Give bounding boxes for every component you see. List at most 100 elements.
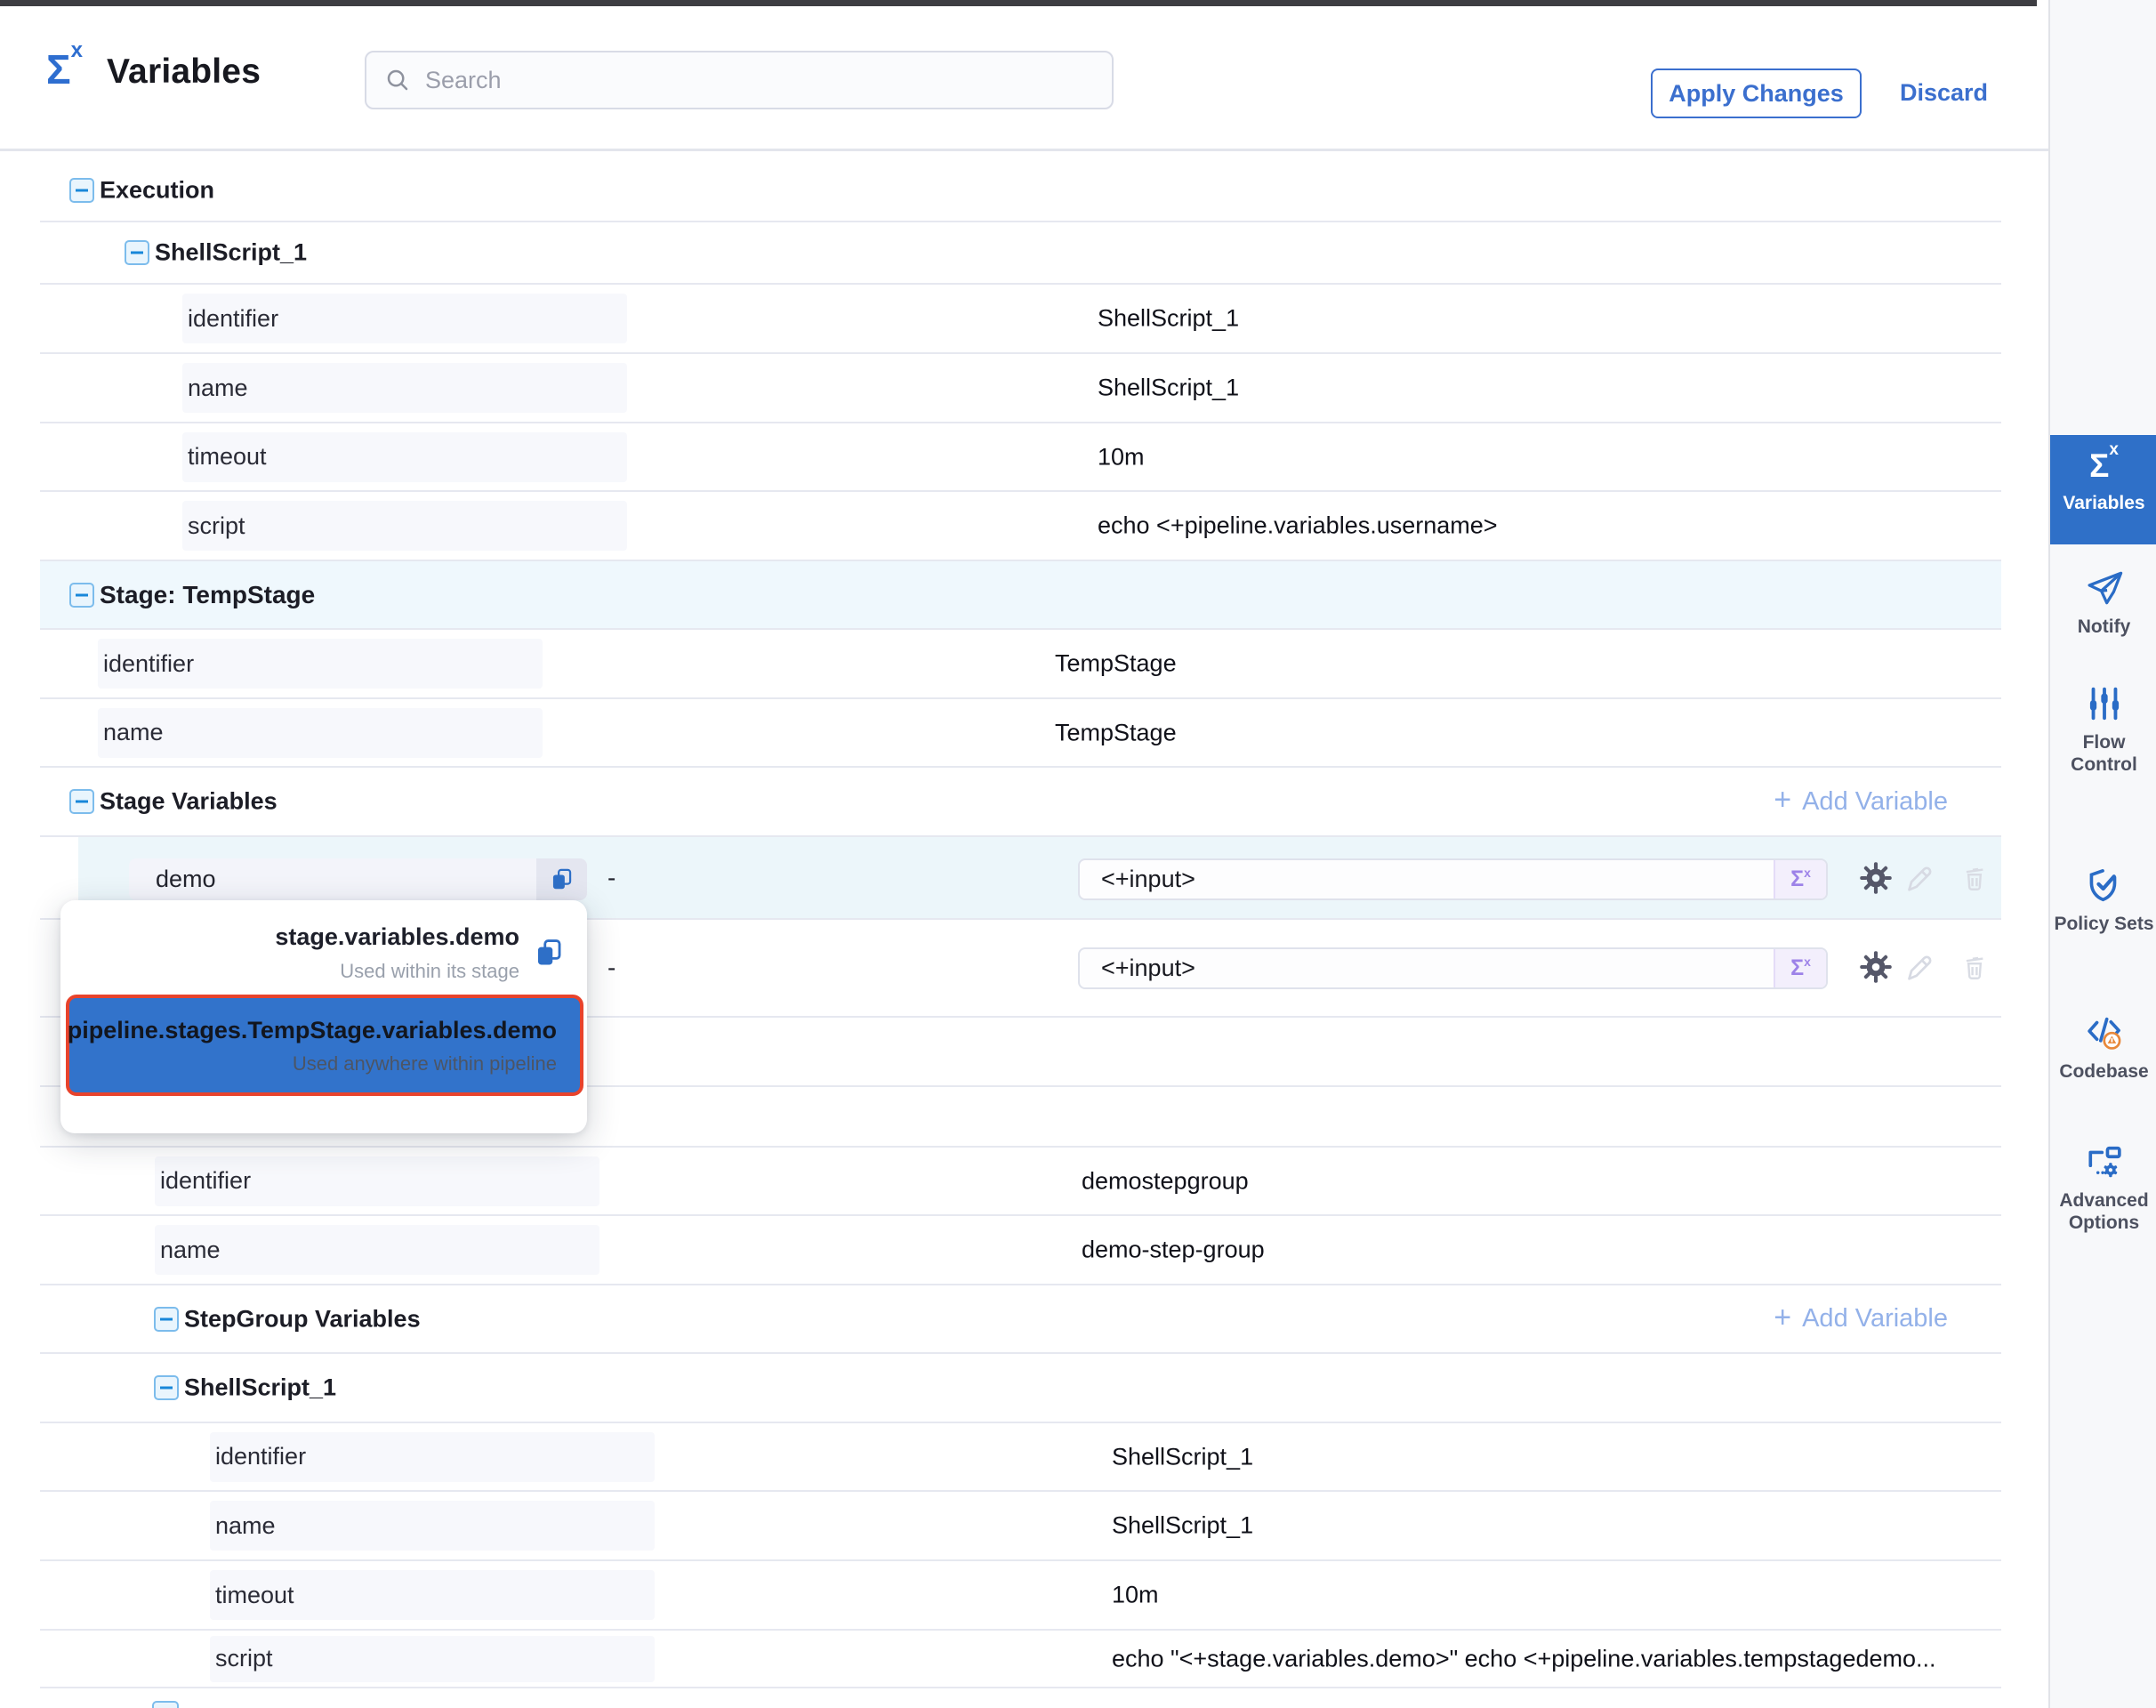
- group-label: Stage Variables: [100, 788, 278, 816]
- code-warning-icon: [2084, 1012, 2125, 1053]
- field-value: 10m: [1098, 443, 1145, 471]
- variable-value-input[interactable]: <+input> Σx: [1078, 947, 1828, 989]
- field-label-box: name: [182, 363, 627, 413]
- field-label: identifier: [155, 1167, 251, 1195]
- window-top-strip: [0, 0, 2037, 6]
- field-value: ShellScript_1: [1112, 1512, 1253, 1540]
- copy-button[interactable]: [536, 858, 587, 900]
- expression-scope-hint: Used within its stage: [275, 960, 519, 983]
- field-row: name TempStage: [40, 699, 2001, 768]
- settings-gear-icon[interactable]: [1859, 950, 1893, 988]
- field-row: name demo-step-group: [40, 1216, 2001, 1285]
- field-label: name: [155, 1237, 221, 1264]
- sidebar-item-variables[interactable]: Σx Variables: [2050, 435, 2156, 544]
- field-label-box: timeout: [210, 1570, 655, 1620]
- group-label: StepGroup Variables: [184, 1305, 421, 1333]
- group-row-stage-tempstage: Stage: TempStage: [40, 561, 2001, 630]
- sidebar-item-policy-sets[interactable]: Policy Sets: [2050, 865, 2156, 936]
- group-label: Stage: TempStage: [100, 581, 315, 609]
- field-label: script: [182, 512, 245, 540]
- field-row: timeout 10m: [40, 1561, 2001, 1631]
- group-label: ShellScript_1: [155, 239, 307, 267]
- delete-trash-icon[interactable]: [1959, 952, 1990, 987]
- expression-sigma-icon[interactable]: Σx: [1774, 949, 1826, 987]
- shield-check-icon: [2084, 865, 2125, 906]
- field-label: identifier: [210, 1443, 306, 1470]
- variable-value-input[interactable]: <+input> Σx: [1078, 858, 1828, 900]
- field-value: echo <+pipeline.variables.username>: [1098, 512, 1498, 540]
- collapse-icon-fragment: [152, 1701, 179, 1708]
- settings-gear-icon[interactable]: [1859, 861, 1893, 899]
- group-row-shellscript1: ShellScript_1: [40, 222, 2001, 285]
- search-box[interactable]: [365, 51, 1114, 109]
- field-value: TempStage: [1055, 650, 1177, 678]
- sidebar-item-flow-control[interactable]: Flow Control: [2050, 683, 2156, 777]
- field-label: name: [210, 1512, 276, 1540]
- collapse-icon[interactable]: [69, 583, 94, 608]
- field-label-box: identifier: [155, 1156, 599, 1206]
- field-label-box: identifier: [182, 294, 627, 343]
- field-label-box: timeout: [182, 432, 627, 482]
- collapse-icon[interactable]: [154, 1307, 179, 1332]
- apply-changes-button[interactable]: Apply Changes: [1651, 68, 1862, 118]
- variable-type-separator: -: [607, 954, 615, 982]
- field-row: name ShellScript_1: [40, 1492, 2001, 1561]
- field-value: echo "<+stage.variables.demo>" echo <+pi…: [1112, 1645, 1936, 1672]
- field-value: 10m: [1112, 1582, 1159, 1609]
- expression-sigma-icon[interactable]: Σx: [1774, 860, 1826, 898]
- add-variable-button[interactable]: + Add Variable: [1774, 1304, 1948, 1334]
- expression-option-pipeline-scope-selected[interactable]: pipeline.stages.TempStage.variables.demo…: [66, 995, 583, 1096]
- expression-text: stage.variables.demo: [275, 922, 519, 953]
- right-sidebar: Σx Variables Notify Flow Control: [2048, 0, 2156, 1708]
- field-row: identifier ShellScript_1: [40, 285, 2001, 354]
- sidebar-item-codebase[interactable]: Codebase: [2050, 1012, 2156, 1084]
- field-value: ShellScript_1: [1098, 375, 1239, 402]
- variable-name: demo: [129, 866, 536, 893]
- variable-name-field[interactable]: demo: [129, 858, 587, 900]
- edit-pencil-icon[interactable]: [1903, 951, 1935, 987]
- variable-value: <+input>: [1080, 866, 1774, 893]
- search-icon: [384, 67, 411, 93]
- group-label: Execution: [100, 177, 214, 205]
- expression-scope-hint: Used anywhere within pipeline: [68, 1052, 557, 1076]
- collapse-icon[interactable]: [125, 240, 149, 265]
- field-row: script echo <+pipeline.variables.usernam…: [40, 492, 2001, 561]
- group-row-shellscript1-nested: ShellScript_1: [40, 1354, 2001, 1423]
- sidebar-item-notify[interactable]: Notify: [2050, 568, 2156, 639]
- paper-plane-icon: [2084, 568, 2125, 608]
- field-row: script echo "<+stage.variables.demo>" ec…: [40, 1631, 2001, 1688]
- copy-icon[interactable]: [534, 938, 564, 968]
- field-label: name: [98, 719, 164, 746]
- field-label: identifier: [98, 650, 194, 678]
- field-row: identifier ShellScript_1: [40, 1423, 2001, 1492]
- variables-sigma-icon: Σx: [46, 49, 83, 90]
- add-variable-button[interactable]: + Add Variable: [1774, 786, 1948, 817]
- field-label-box: script: [210, 1636, 655, 1682]
- field-label-box: identifier: [98, 639, 543, 689]
- edit-pencil-icon[interactable]: [1903, 862, 1935, 898]
- field-label-box: identifier: [210, 1432, 655, 1482]
- collapse-icon[interactable]: [69, 178, 94, 203]
- field-label-box: name: [210, 1501, 655, 1551]
- field-row: identifier demostepgroup: [40, 1148, 2001, 1216]
- collapse-icon[interactable]: [69, 789, 94, 814]
- expression-option-stage-scope[interactable]: stage.variables.demo Used within its sta…: [275, 922, 564, 983]
- collapse-icon[interactable]: [154, 1375, 179, 1400]
- plus-icon: +: [1774, 785, 1791, 815]
- delete-trash-icon[interactable]: [1959, 863, 1990, 898]
- search-input[interactable]: [423, 66, 1085, 95]
- field-row: name ShellScript_1: [40, 354, 2001, 423]
- field-value: ShellScript_1: [1112, 1443, 1253, 1470]
- discard-button[interactable]: Discard: [1900, 79, 1988, 107]
- field-label-box: name: [155, 1225, 599, 1275]
- flowchart-gear-icon: [2084, 1141, 2125, 1182]
- group-label: ShellScript_1: [184, 1374, 336, 1402]
- variable-type-separator: -: [607, 864, 615, 892]
- sidebar-item-advanced-options[interactable]: Advanced Options: [2050, 1141, 2156, 1235]
- plus-icon: +: [1774, 1302, 1791, 1333]
- variable-value: <+input>: [1080, 955, 1774, 982]
- field-label: name: [182, 375, 248, 402]
- field-value: demo-step-group: [1082, 1237, 1265, 1264]
- field-label: timeout: [210, 1582, 294, 1609]
- expression-text: pipeline.stages.TempStage.variables.demo: [68, 1015, 557, 1046]
